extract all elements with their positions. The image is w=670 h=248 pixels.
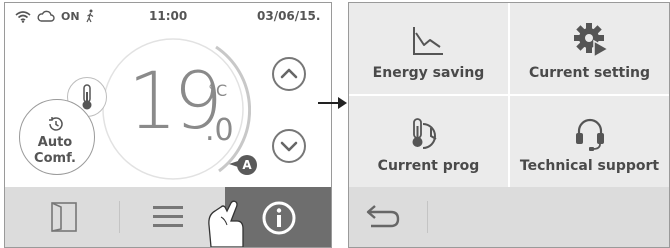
on-indicator: ON	[61, 10, 80, 23]
menu-bottom-bar	[349, 187, 669, 247]
wifi-icon	[15, 11, 31, 23]
badge-pointer	[229, 160, 241, 168]
thermometer-clock-icon	[412, 118, 437, 149]
gear-play-icon	[574, 23, 610, 59]
menu-item-current-setting[interactable]: Current setting	[510, 3, 669, 94]
presence-walker-icon	[86, 9, 94, 23]
mode-label-line1: Auto	[37, 135, 73, 150]
temperature-down-button[interactable]	[272, 129, 306, 163]
auto-clock-icon	[49, 117, 63, 131]
menu-icon[interactable]	[151, 203, 185, 231]
headset-icon	[576, 118, 604, 151]
menu-bottom-separator	[427, 201, 428, 233]
menu-label-current-prog: Current prog	[377, 158, 480, 174]
chevron-up-icon	[280, 68, 298, 79]
status-date: 03/06/15.	[257, 9, 321, 23]
grid-divider-horizontal	[349, 94, 669, 96]
chart-icon	[413, 27, 443, 55]
back-arrow-icon[interactable]	[365, 203, 401, 231]
menu-item-current-prog[interactable]: Current prog	[349, 96, 508, 187]
temperature-integer: 19	[127, 57, 223, 147]
auto-badge-letter: A	[242, 158, 252, 172]
pointing-hand-icon	[208, 200, 244, 247]
temperature-up-button[interactable]	[272, 57, 306, 91]
info-menu-screen: Energy saving Current setting Current pr…	[348, 2, 670, 248]
transition-arrow-icon	[318, 97, 347, 109]
chevron-down-icon	[280, 141, 298, 152]
thermostat-screen: ON 11:00 03/06/15. 19 °C .0 Auto Comf. A	[4, 2, 332, 248]
bottom-separator	[119, 201, 120, 233]
cloud-icon	[37, 10, 55, 22]
mode-label-line2: Comf.	[34, 151, 76, 166]
menu-label-energy-saving: Energy saving	[372, 65, 485, 81]
menu-item-technical-support[interactable]: Technical support	[510, 96, 669, 187]
menu-item-energy-saving[interactable]: Energy saving	[349, 3, 508, 94]
menu-label-technical-support: Technical support	[519, 158, 660, 174]
room-door-icon[interactable]	[49, 201, 79, 233]
temperature-decimal: .0	[205, 113, 234, 148]
temperature-unit: °C	[208, 81, 228, 100]
status-bar: ON 11:00 03/06/15.	[5, 3, 331, 31]
menu-label-current-setting: Current setting	[528, 65, 651, 81]
status-time: 11:00	[149, 9, 188, 23]
bottom-nav-bar	[5, 187, 331, 247]
info-icon	[262, 201, 296, 235]
